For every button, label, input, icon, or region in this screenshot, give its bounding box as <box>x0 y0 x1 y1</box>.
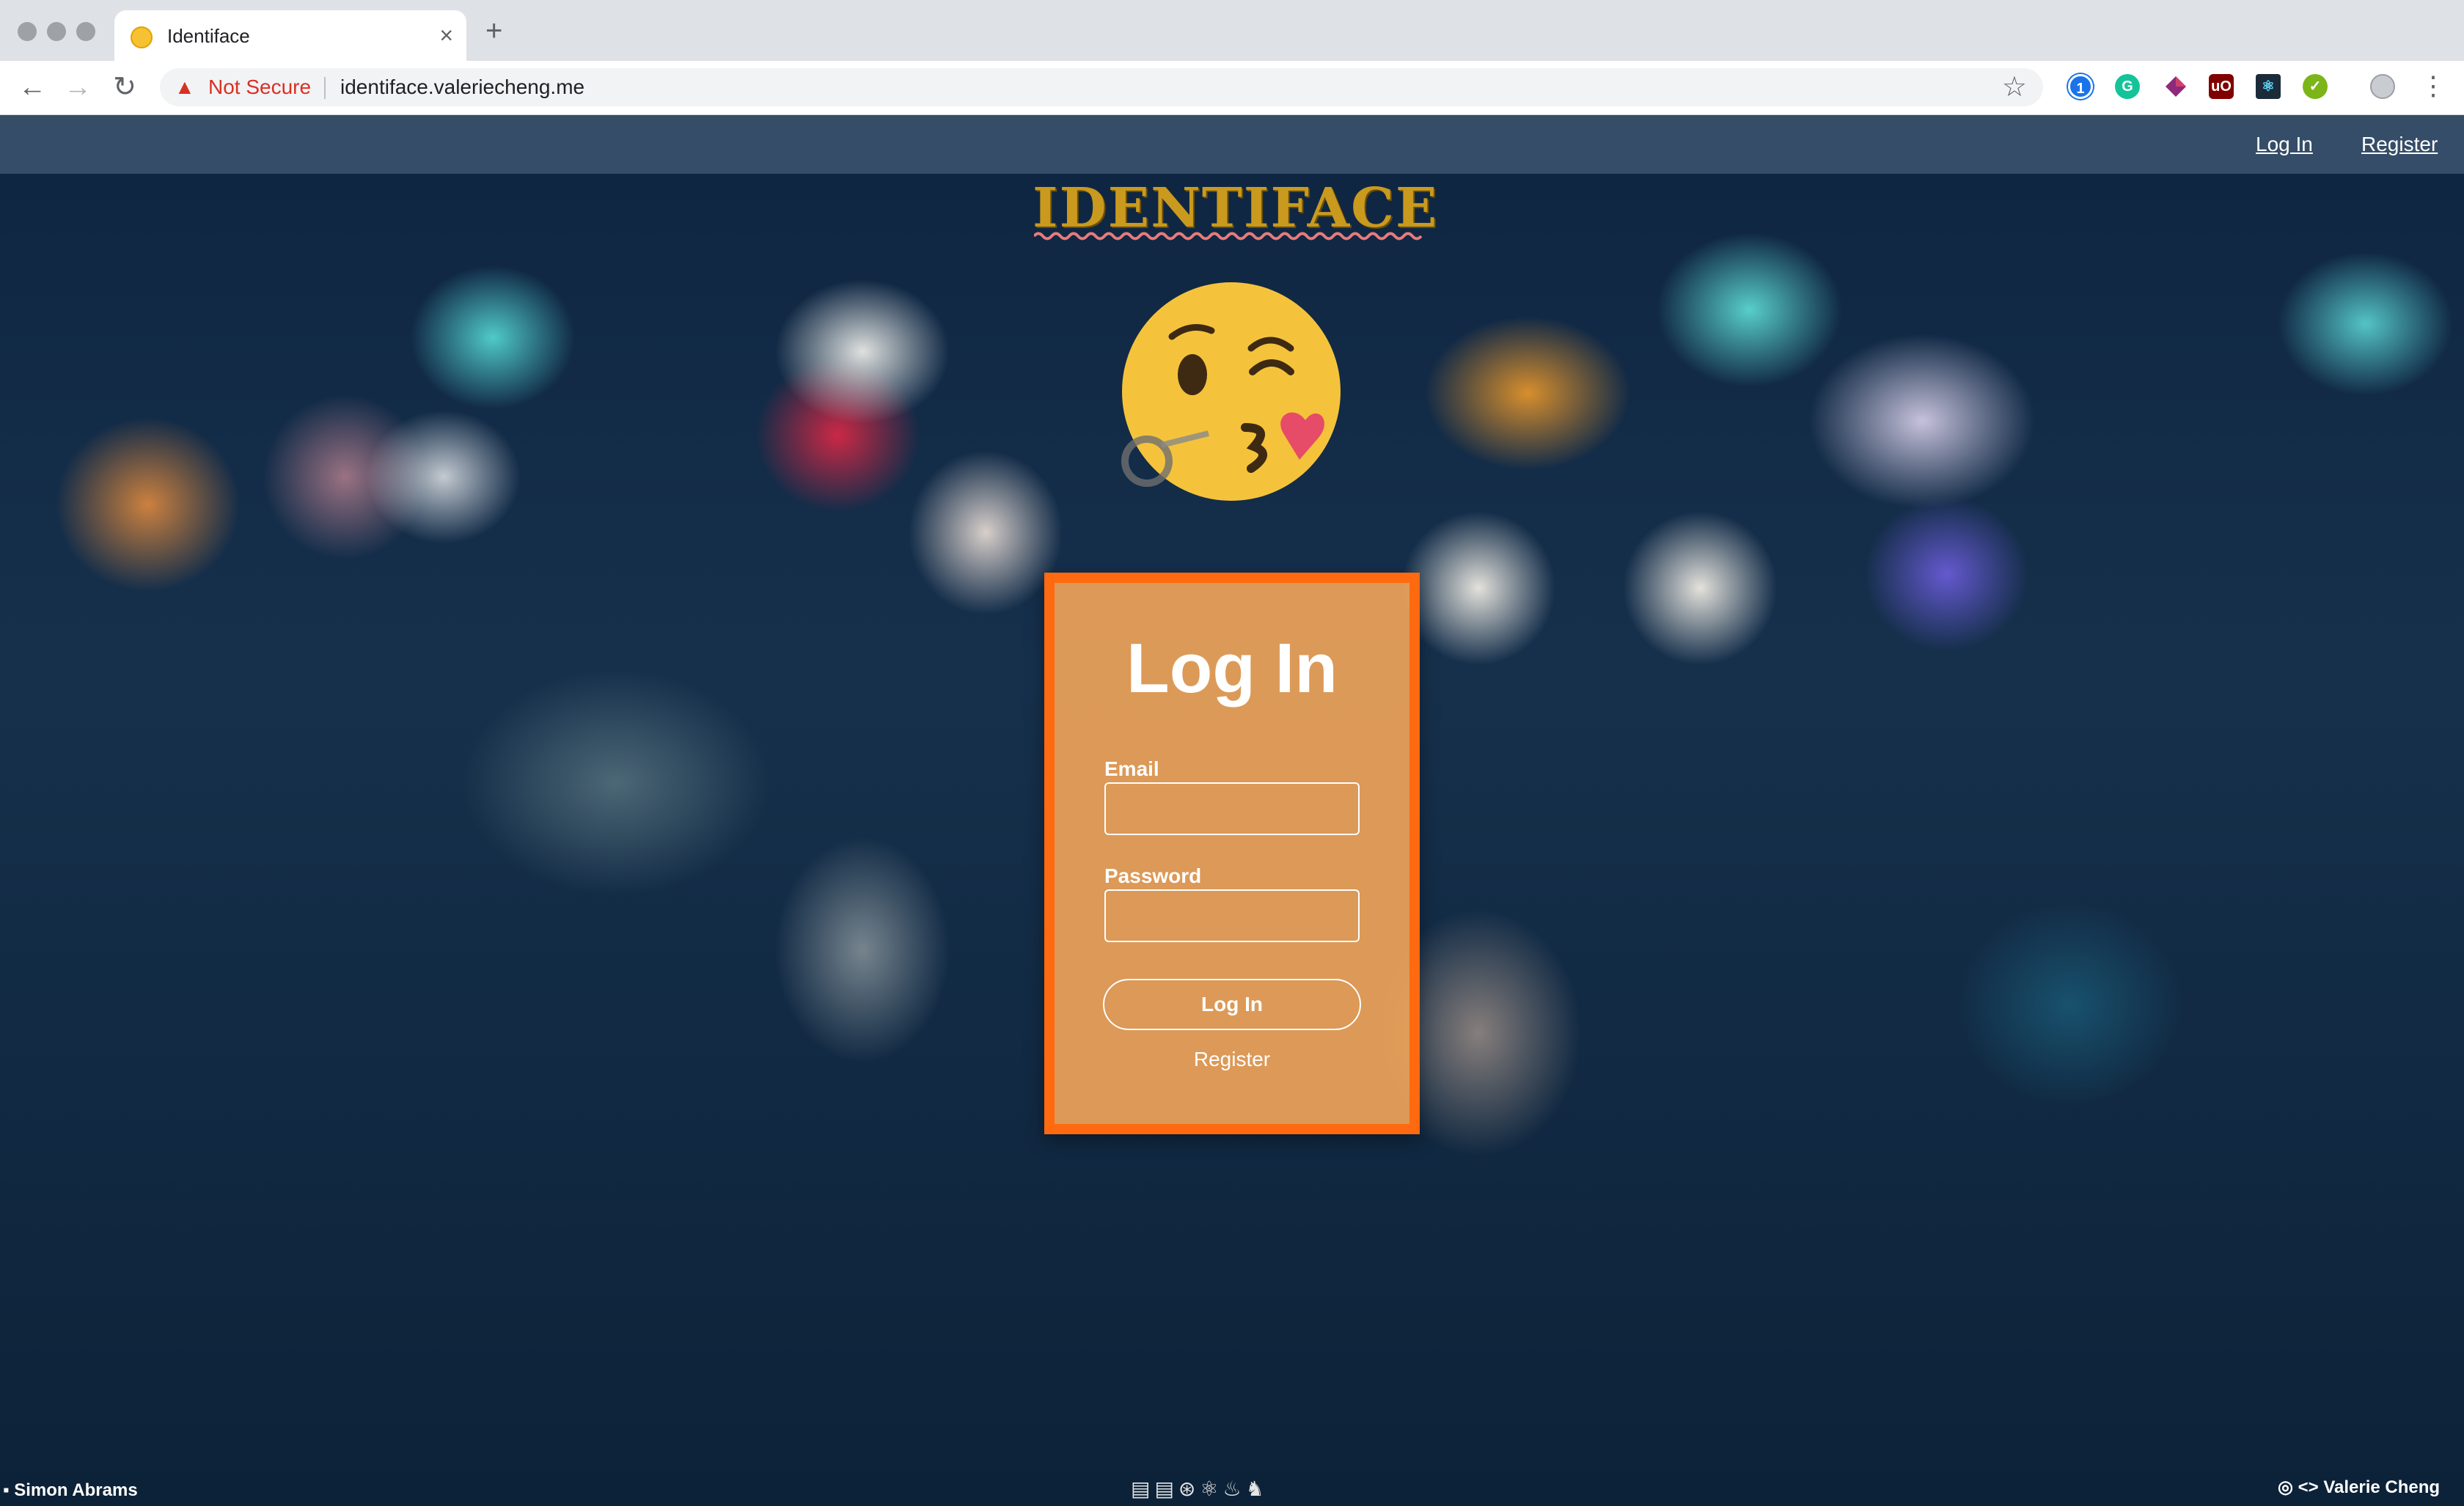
ublock-icon[interactable]: uO <box>2209 74 2234 99</box>
camera-icon: ▪ <box>3 1480 10 1500</box>
back-button[interactable]: ← <box>16 71 48 103</box>
new-tab-button[interactable]: + <box>485 16 502 45</box>
browser-tab-strip: Identiface × + <box>0 0 2464 61</box>
reload-button[interactable]: ↻ <box>109 71 141 103</box>
login-card: Log In Email Password Log In Register <box>1044 573 1420 1134</box>
maximize-window-button[interactable] <box>76 22 95 41</box>
close-window-button[interactable] <box>18 22 37 41</box>
password-label: Password <box>1104 864 1202 887</box>
browser-toolbar: ← → ↻ ▲ Not Secure identiface.valerieche… <box>0 61 2464 115</box>
address-divider <box>324 77 326 99</box>
nav-login-link[interactable]: Log In <box>2256 131 2313 158</box>
tab-title: Identiface <box>167 25 250 47</box>
address-bar[interactable]: ▲ Not Secure identiface.valeriecheng.me … <box>160 68 2043 106</box>
tab-close-button[interactable]: × <box>439 21 453 50</box>
minimize-window-button[interactable] <box>47 22 66 41</box>
photo-credit[interactable]: ▪ Simon Abrams <box>3 1480 138 1501</box>
nav-register-link[interactable]: Register <box>2361 131 2438 158</box>
bookmark-star-icon[interactable]: ☆ <box>2002 73 2027 102</box>
react-devtools-icon[interactable]: ⚛ <box>2256 74 2281 99</box>
card-register-link[interactable]: Register <box>1055 1046 1409 1073</box>
password-field[interactable] <box>1104 889 1360 942</box>
email-field[interactable] <box>1104 782 1360 835</box>
security-indicator[interactable]: Not Secure <box>208 76 311 99</box>
github-icon: ◎ <box>2278 1477 2293 1497</box>
logo-wavy-underline <box>1034 232 1423 240</box>
tech-stack-icons: ▤▤⊛⚛♨♞ <box>1131 1477 1269 1500</box>
browser-menu-icon[interactable]: ⋮ <box>2420 70 2446 102</box>
login-submit-button[interactable]: Log In <box>1103 979 1361 1030</box>
check-extension-icon[interactable]: ✓ <box>2303 74 2328 99</box>
photo-credit-name: Simon Abrams <box>14 1480 138 1500</box>
login-title: Log In <box>1126 629 1338 708</box>
favicon-icon <box>131 26 153 48</box>
forward-button[interactable]: → <box>62 71 94 103</box>
site-navbar: Log In Register <box>0 115 2464 174</box>
page-viewport: Log In Register IDENTIFACE Log In Email … <box>0 115 2464 1506</box>
url-text[interactable]: identiface.valeriecheng.me <box>340 76 584 99</box>
1password-icon[interactable]: 1 <box>2068 74 2093 99</box>
browser-tab[interactable]: Identiface × <box>114 10 466 61</box>
kissing-face-emoji-icon <box>1121 282 1341 501</box>
profile-avatar-icon[interactable] <box>2370 74 2395 99</box>
author-credit-text: <> Valerie Cheng <box>2298 1477 2441 1497</box>
email-label: Email <box>1104 757 1159 780</box>
extension-icon[interactable] <box>2163 74 2188 99</box>
grammarly-icon[interactable]: G <box>2115 74 2140 99</box>
author-credit[interactable]: ◎ <> Valerie Cheng <box>2278 1477 2440 1498</box>
warning-icon: ▲ <box>175 76 195 98</box>
